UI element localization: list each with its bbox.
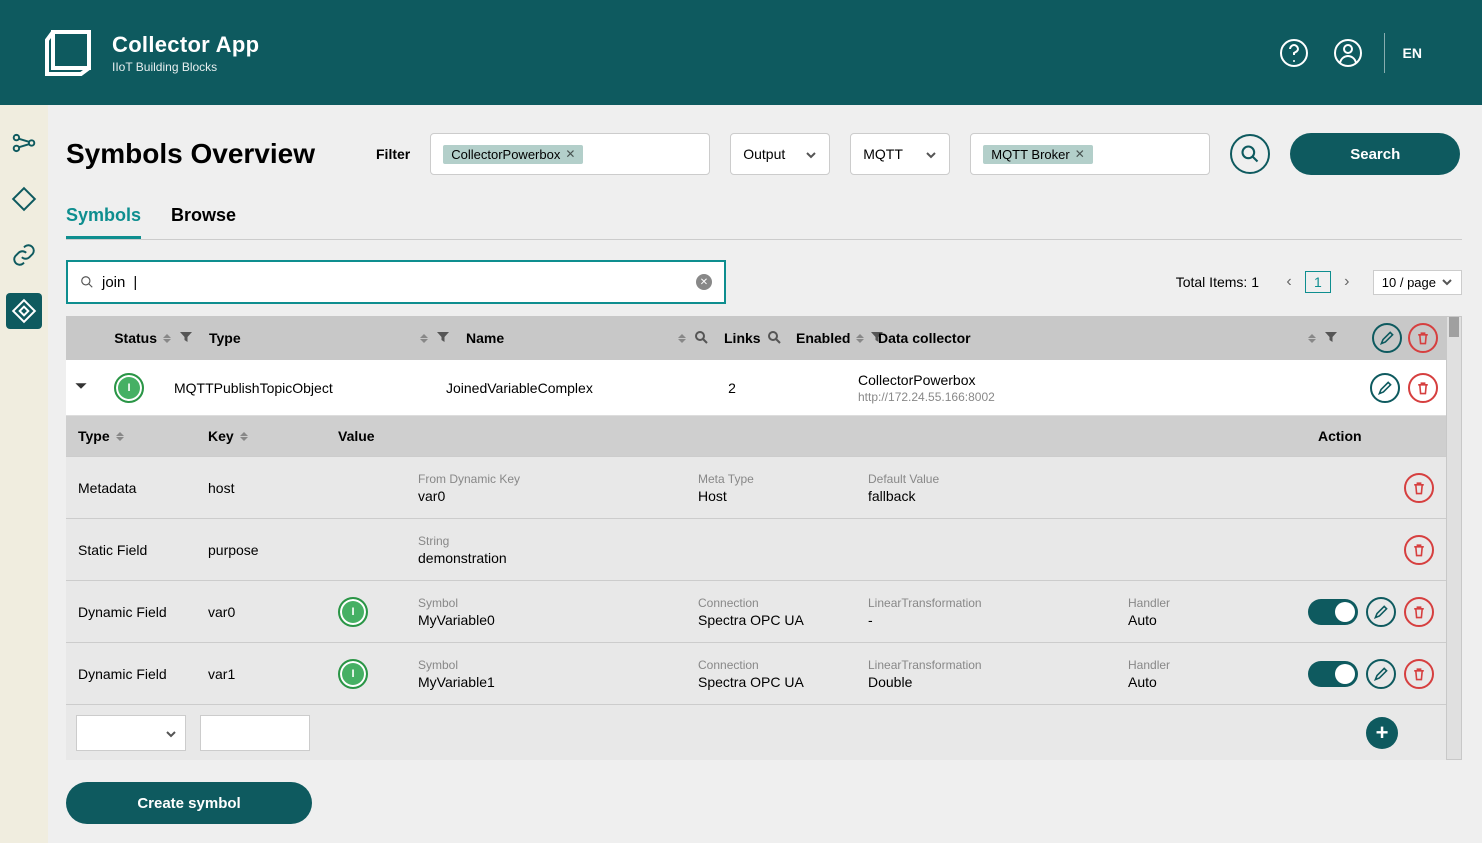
- scrollbar[interactable]: [1446, 316, 1462, 760]
- sort-icon[interactable]: [163, 331, 173, 345]
- search-button[interactable]: Search: [1290, 133, 1460, 175]
- sidebar-item-symbols[interactable]: [6, 293, 42, 329]
- subtable-row: Static Field purpose Stringdemonstration: [66, 518, 1446, 580]
- sort-icon[interactable]: [856, 331, 864, 345]
- tabs: Symbols Browse: [66, 205, 1462, 240]
- page-title: Symbols Overview: [66, 138, 316, 170]
- edit-button[interactable]: [1366, 597, 1396, 627]
- col-enabled: Enabled: [796, 330, 850, 346]
- remove-tag-icon[interactable]: ✕: [565, 147, 575, 161]
- prev-page-button[interactable]: ‹: [1279, 272, 1299, 292]
- filter-icon[interactable]: [436, 330, 450, 347]
- create-symbol-button[interactable]: Create symbol: [66, 782, 312, 824]
- sort-icon[interactable]: [116, 429, 126, 443]
- page-number[interactable]: 1: [1305, 271, 1331, 293]
- enabled-toggle[interactable]: [1308, 599, 1358, 625]
- sort-icon[interactable]: [678, 331, 688, 345]
- edit-button[interactable]: [1370, 373, 1400, 403]
- row-collector: CollectorPowerbox: [858, 372, 1338, 388]
- status-indicator: I: [338, 597, 368, 627]
- table-row: I MQTTPublishTopicObject JoinedVariableC…: [66, 360, 1446, 416]
- symbols-table: Status Type Name Links Enabled Data coll…: [66, 316, 1446, 760]
- col-type: Type: [209, 330, 241, 346]
- chevron-down-icon: [1441, 276, 1453, 288]
- delete-button[interactable]: [1404, 597, 1434, 627]
- language-selector[interactable]: EN: [1403, 45, 1422, 61]
- delete-all-button[interactable]: [1408, 323, 1438, 353]
- delete-button[interactable]: [1404, 535, 1434, 565]
- app-header: Collector App IIoT Building Blocks EN: [0, 0, 1482, 105]
- chevron-down-icon: [925, 148, 937, 160]
- enabled-toggle[interactable]: [1308, 661, 1358, 687]
- sidebar: [0, 105, 48, 843]
- help-icon[interactable]: [1276, 35, 1312, 71]
- edit-button[interactable]: [1366, 659, 1396, 689]
- sort-icon[interactable]: [420, 331, 430, 345]
- col-status: Status: [114, 330, 157, 346]
- sidebar-item-links[interactable]: [6, 237, 42, 273]
- delete-button[interactable]: [1404, 473, 1434, 503]
- delete-button[interactable]: [1408, 373, 1438, 403]
- header-divider: [1384, 33, 1385, 73]
- col-collector: Data collector: [878, 330, 971, 346]
- col-links: Links: [724, 330, 761, 346]
- status-indicator: I: [114, 373, 144, 403]
- next-page-button[interactable]: ›: [1337, 272, 1357, 292]
- edit-all-button[interactable]: [1372, 323, 1402, 353]
- clear-search-icon[interactable]: ✕: [696, 274, 712, 290]
- filter-protocol-select[interactable]: MQTT: [850, 133, 950, 175]
- subtable-row: Dynamic Field var0 ISymbolMyVariable0Con…: [66, 580, 1446, 642]
- expand-icon[interactable]: [74, 380, 88, 396]
- table-header: Status Type Name Links Enabled Data coll…: [66, 316, 1446, 360]
- status-indicator: I: [338, 659, 368, 689]
- add-row: +: [66, 704, 1446, 760]
- filter-broker-tag: MQTT Broker✕: [983, 145, 1093, 164]
- filter-icon[interactable]: [179, 330, 193, 347]
- add-type-select[interactable]: [76, 715, 186, 751]
- per-page-select[interactable]: 10 / page: [1373, 270, 1462, 295]
- logo: Collector App IIoT Building Blocks: [45, 24, 259, 81]
- main-content: Symbols Overview Filter CollectorPowerbo…: [48, 105, 1482, 843]
- col-name: Name: [466, 330, 504, 346]
- app-title: Collector App: [112, 32, 259, 58]
- pagination: ‹ 1 › 10 / page: [1279, 270, 1462, 295]
- chevron-down-icon: [165, 727, 177, 739]
- sidebar-item-connections[interactable]: [6, 125, 42, 161]
- row-collector-url: http://172.24.55.166:8002: [858, 390, 1338, 404]
- user-icon[interactable]: [1330, 35, 1366, 71]
- app-subtitle: IIoT Building Blocks: [112, 60, 259, 74]
- filter-collector-tag: CollectorPowerbox✕: [443, 145, 583, 164]
- search-icon[interactable]: [694, 330, 708, 347]
- chevron-down-icon: [805, 148, 817, 160]
- remove-tag-icon[interactable]: ✕: [1075, 147, 1085, 161]
- add-key-input[interactable]: [200, 715, 310, 751]
- subtable-header: Type Key Value Action: [66, 416, 1446, 456]
- search-icon[interactable]: [767, 330, 781, 347]
- filter-direction-select[interactable]: Output: [730, 133, 830, 175]
- subtable-row: Dynamic Field var1 ISymbolMyVariable1Con…: [66, 642, 1446, 704]
- tab-browse[interactable]: Browse: [171, 205, 236, 239]
- add-button[interactable]: +: [1366, 717, 1398, 749]
- filter-broker[interactable]: MQTT Broker✕: [970, 133, 1210, 175]
- sidebar-item-tags[interactable]: [6, 181, 42, 217]
- symbol-search-input[interactable]: join| ✕: [66, 260, 726, 304]
- row-name: JoinedVariableComplex: [438, 380, 696, 396]
- filter-label: Filter: [376, 146, 410, 162]
- filter-collector[interactable]: CollectorPowerbox✕: [430, 133, 710, 175]
- filter-search-icon-button[interactable]: [1230, 134, 1270, 174]
- sort-icon[interactable]: [240, 429, 250, 443]
- sort-icon[interactable]: [1308, 331, 1318, 345]
- subtable-row: Metadata host From Dynamic Keyvar0Meta T…: [66, 456, 1446, 518]
- row-type: MQTTPublishTopicObject: [166, 380, 438, 396]
- logo-icon: [45, 24, 97, 81]
- delete-button[interactable]: [1404, 659, 1434, 689]
- search-icon: [80, 275, 94, 289]
- total-items: Total Items: 1: [1176, 274, 1259, 290]
- tab-symbols[interactable]: Symbols: [66, 205, 141, 239]
- filter-icon[interactable]: [1324, 330, 1338, 347]
